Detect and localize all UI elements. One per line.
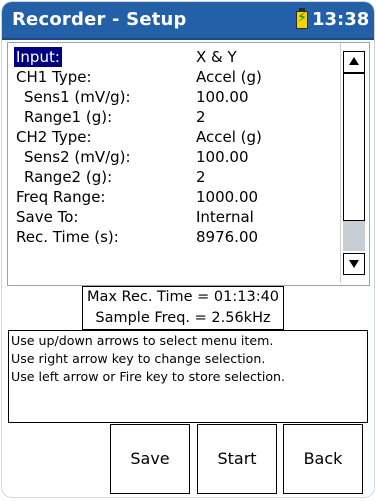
settings-row-ch1-type[interactable]: CH1 Type: Accel (g) xyxy=(16,67,336,87)
clock-time: 13:38 xyxy=(312,9,370,30)
setting-label: Freq Range: xyxy=(16,188,106,206)
setting-label: Sens2 (mV/g): xyxy=(24,148,131,166)
arrow-up-icon xyxy=(349,57,359,65)
scroll-down-button[interactable] xyxy=(343,253,365,275)
device-screen: Recorder - Setup ⚡ 13:38 Input: X & Y CH… xyxy=(2,2,374,497)
settings-row-ch2-type[interactable]: CH2 Type: Accel (g) xyxy=(16,127,336,147)
settings-row-range2[interactable]: Range2 (g): 2 xyxy=(16,167,336,187)
settings-row-rec-time[interactable]: Rec. Time (s): 8976.00 xyxy=(16,227,336,247)
window-title: Recorder - Setup xyxy=(12,9,187,30)
battery-charging-icon: ⚡ xyxy=(296,8,308,29)
setting-label: Sens1 (mV/g): xyxy=(24,88,131,106)
save-button[interactable]: Save xyxy=(110,424,190,494)
arrow-down-icon xyxy=(349,260,359,268)
settings-row-input[interactable]: Input: X & Y xyxy=(14,47,336,67)
setting-value: 2 xyxy=(196,108,206,126)
help-line: Use up/down arrows to select menu item. xyxy=(11,333,274,348)
setting-value: 100.00 xyxy=(196,88,249,106)
setting-value: Internal xyxy=(196,208,254,226)
setting-value: 2 xyxy=(196,168,206,186)
setting-value: X & Y xyxy=(196,48,237,66)
scrollbar-track[interactable] xyxy=(343,221,365,251)
setting-value: 8976.00 xyxy=(196,228,259,246)
setting-value: 100.00 xyxy=(196,148,249,166)
recording-info-box: Max Rec. Time = 01:13:40 Sample Freq. = … xyxy=(82,286,284,330)
scrollbar-thumb[interactable] xyxy=(343,73,365,221)
back-button[interactable]: Back xyxy=(283,424,363,494)
back-button-label: Back xyxy=(303,449,343,468)
save-button-label: Save xyxy=(130,449,170,468)
setting-value: Accel (g) xyxy=(196,128,262,146)
setting-label: CH2 Type: xyxy=(16,128,92,146)
settings-row-freq-range[interactable]: Freq Range: 1000.00 xyxy=(16,187,336,207)
setting-label: Input: xyxy=(14,47,62,67)
max-rec-time: Max Rec. Time = 01:13:40 xyxy=(86,289,280,305)
setting-value: Accel (g) xyxy=(196,68,262,86)
vertical-scrollbar[interactable] xyxy=(340,43,367,283)
sample-frequency: Sample Freq. = 2.56kHz xyxy=(95,310,271,326)
button-bar: Save Start Back xyxy=(2,424,374,497)
settings-row-sens2[interactable]: Sens2 (mV/g): 100.00 xyxy=(16,147,336,167)
setting-label: Save To: xyxy=(16,208,79,226)
setting-label: Rec. Time (s): xyxy=(16,228,119,246)
settings-row-save-to[interactable]: Save To: Internal xyxy=(16,207,336,227)
settings-row-sens1[interactable]: Sens1 (mV/g): 100.00 xyxy=(16,87,336,107)
setting-value: 1000.00 xyxy=(196,188,259,206)
setting-label: CH1 Type: xyxy=(16,68,92,86)
settings-row-range1[interactable]: Range1 (g): 2 xyxy=(16,107,336,127)
setting-label: Range1 (g): xyxy=(24,108,113,126)
settings-list[interactable]: Input: X & Y CH1 Type: Accel (g) Sens1 (… xyxy=(7,42,370,286)
help-line: Use left arrow or Fire key to store sele… xyxy=(11,369,286,384)
help-line: Use right arrow key to change selection. xyxy=(11,351,266,366)
start-button-label: Start xyxy=(217,449,257,468)
scroll-up-button[interactable] xyxy=(343,51,365,73)
setting-label: Range2 (g): xyxy=(24,168,113,186)
lightning-bolt-icon: ⚡ xyxy=(297,10,307,26)
start-button[interactable]: Start xyxy=(197,424,277,494)
help-text-box: Use up/down arrows to select menu item. … xyxy=(8,330,368,423)
title-bar: Recorder - Setup ⚡ 13:38 xyxy=(2,2,374,40)
